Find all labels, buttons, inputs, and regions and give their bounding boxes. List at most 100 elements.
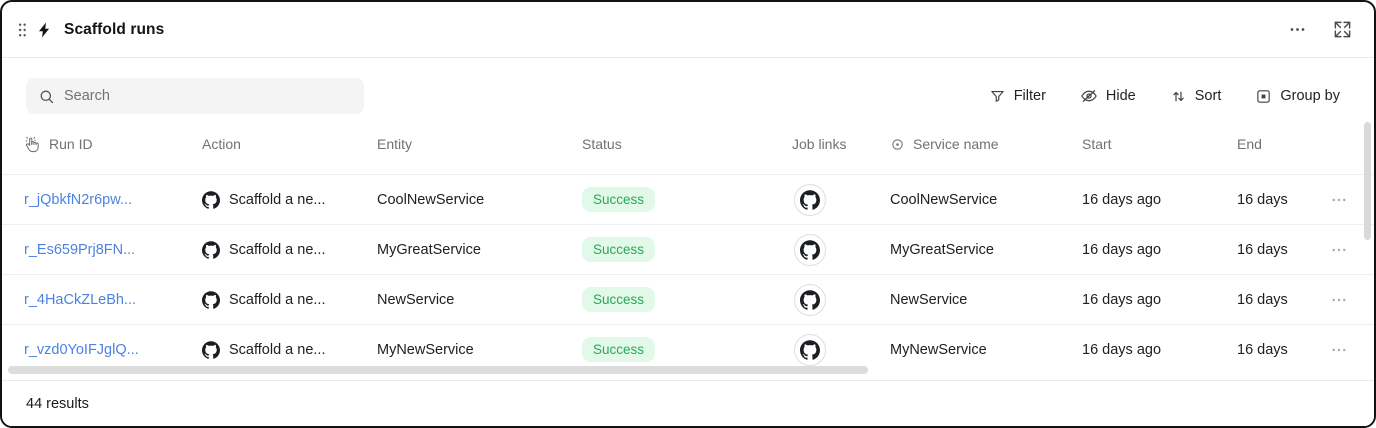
sort-icon bbox=[1170, 88, 1187, 105]
status-cell: Success bbox=[582, 237, 792, 262]
expand-icon[interactable] bbox=[1331, 18, 1354, 41]
circle-dot-icon bbox=[890, 137, 905, 152]
group-by-button-label: Group by bbox=[1280, 88, 1340, 104]
start-cell: 16 days ago bbox=[1082, 342, 1237, 358]
job-link-github-avatar[interactable] bbox=[794, 184, 826, 216]
run-id-link[interactable]: r_vzd0YoIFJglQ... bbox=[24, 342, 202, 358]
horizontal-scrollbar[interactable] bbox=[8, 366, 868, 374]
vertical-scrollbar[interactable] bbox=[1364, 122, 1371, 240]
column-header-service-name[interactable]: Service name bbox=[890, 136, 1082, 152]
group-by-button[interactable]: Group by bbox=[1255, 88, 1340, 105]
table-header-row: Run ID Action Entity Status Job links Se… bbox=[2, 114, 1374, 174]
job-link-github-avatar[interactable] bbox=[794, 334, 826, 366]
start-cell: 16 days ago bbox=[1082, 242, 1237, 258]
action-label: Scaffold a ne... bbox=[229, 242, 325, 258]
run-id-link[interactable]: r_4HaCkZLeBh... bbox=[24, 292, 202, 308]
group-by-icon bbox=[1255, 88, 1272, 105]
search-input[interactable] bbox=[64, 88, 352, 104]
table-footer: 44 results bbox=[2, 380, 1374, 426]
service-name-cell: CoolNewService bbox=[890, 192, 1082, 208]
sort-button[interactable]: Sort bbox=[1170, 88, 1222, 105]
sort-button-label: Sort bbox=[1195, 88, 1222, 104]
column-header-label: Status bbox=[582, 136, 622, 152]
job-link-github-avatar[interactable] bbox=[794, 234, 826, 266]
status-badge: Success bbox=[582, 287, 655, 312]
action-label: Scaffold a ne... bbox=[229, 292, 325, 308]
column-header-label: Run ID bbox=[49, 136, 93, 152]
status-badge: Success bbox=[582, 187, 655, 212]
service-name-cell: NewService bbox=[890, 292, 1082, 308]
end-cell: 16 days bbox=[1237, 242, 1324, 258]
status-badge: Success bbox=[582, 237, 655, 262]
job-link-github-avatar[interactable] bbox=[794, 284, 826, 316]
search-icon bbox=[38, 88, 55, 105]
row-actions-button[interactable] bbox=[1326, 287, 1352, 313]
column-header-label: Service name bbox=[913, 136, 999, 152]
column-header-label: Job links bbox=[792, 136, 846, 152]
github-icon bbox=[202, 291, 220, 309]
status-cell: Success bbox=[582, 287, 792, 312]
row-actions-button[interactable] bbox=[1326, 337, 1352, 363]
entity-cell: NewService bbox=[377, 292, 582, 308]
action-cell: Scaffold a ne... bbox=[202, 341, 377, 359]
action-label: Scaffold a ne... bbox=[229, 342, 325, 358]
github-icon bbox=[202, 191, 220, 209]
row-actions-button[interactable] bbox=[1326, 187, 1352, 213]
run-id-link[interactable]: r_jQbkfN2r6pw... bbox=[24, 192, 202, 208]
entity-cell: CoolNewService bbox=[377, 192, 582, 208]
column-header-status[interactable]: Status bbox=[582, 136, 792, 152]
column-header-start[interactable]: Start bbox=[1082, 136, 1237, 152]
results-count: 44 results bbox=[26, 396, 89, 412]
toolbar-right-group: Filter Hide bbox=[989, 87, 1340, 105]
column-header-label: Action bbox=[202, 136, 241, 152]
filter-icon bbox=[989, 88, 1006, 105]
service-name-cell: MyNewService bbox=[890, 342, 1082, 358]
status-cell: Success bbox=[582, 337, 792, 362]
column-header-run-id[interactable]: Run ID bbox=[24, 136, 202, 153]
github-icon bbox=[202, 241, 220, 259]
status-cell: Success bbox=[582, 187, 792, 212]
column-header-end[interactable]: End bbox=[1237, 136, 1324, 152]
entity-cell: MyNewService bbox=[377, 342, 582, 358]
filter-button[interactable]: Filter bbox=[989, 88, 1046, 105]
start-cell: 16 days ago bbox=[1082, 192, 1237, 208]
column-header-label: Entity bbox=[377, 136, 412, 152]
column-header-label: End bbox=[1237, 136, 1262, 152]
service-name-cell: MyGreatService bbox=[890, 242, 1082, 258]
hide-button-label: Hide bbox=[1106, 88, 1136, 104]
eye-off-icon bbox=[1080, 87, 1098, 105]
hand-click-icon bbox=[24, 136, 41, 153]
job-links-cell bbox=[792, 284, 890, 316]
search-box bbox=[26, 78, 364, 114]
job-links-cell bbox=[792, 184, 890, 216]
end-cell: 16 days bbox=[1237, 292, 1324, 308]
filter-button-label: Filter bbox=[1014, 88, 1046, 104]
action-cell: Scaffold a ne... bbox=[202, 291, 377, 309]
job-links-cell bbox=[792, 234, 890, 266]
action-cell: Scaffold a ne... bbox=[202, 241, 377, 259]
end-cell: 16 days bbox=[1237, 342, 1324, 358]
entity-cell: MyGreatService bbox=[377, 242, 582, 258]
row-actions-button[interactable] bbox=[1326, 237, 1352, 263]
column-header-job-links[interactable]: Job links bbox=[792, 136, 890, 152]
widget-header: Scaffold runs bbox=[2, 2, 1374, 58]
column-header-entity[interactable]: Entity bbox=[377, 136, 582, 152]
widget-header-actions bbox=[1286, 18, 1354, 41]
widget-title: Scaffold runs bbox=[64, 21, 164, 39]
end-cell: 16 days bbox=[1237, 192, 1324, 208]
hide-button[interactable]: Hide bbox=[1080, 87, 1136, 105]
column-header-action[interactable]: Action bbox=[202, 136, 377, 152]
drag-handle-icon[interactable] bbox=[14, 19, 30, 41]
github-icon bbox=[202, 341, 220, 359]
widget-more-button[interactable] bbox=[1286, 18, 1309, 41]
table-row: r_jQbkfN2r6pw... Scaffold a ne... CoolNe… bbox=[2, 174, 1374, 224]
run-id-link[interactable]: r_Es659Prj8FN... bbox=[24, 242, 202, 258]
table-row: r_Es659Prj8FN... Scaffold a ne... MyGrea… bbox=[2, 224, 1374, 274]
job-links-cell bbox=[792, 334, 890, 366]
column-header-label: Start bbox=[1082, 136, 1112, 152]
start-cell: 16 days ago bbox=[1082, 292, 1237, 308]
action-label: Scaffold a ne... bbox=[229, 192, 325, 208]
scaffold-runs-widget: Scaffold runs bbox=[0, 0, 1376, 428]
action-cell: Scaffold a ne... bbox=[202, 191, 377, 209]
lightning-bolt-icon bbox=[36, 21, 54, 39]
